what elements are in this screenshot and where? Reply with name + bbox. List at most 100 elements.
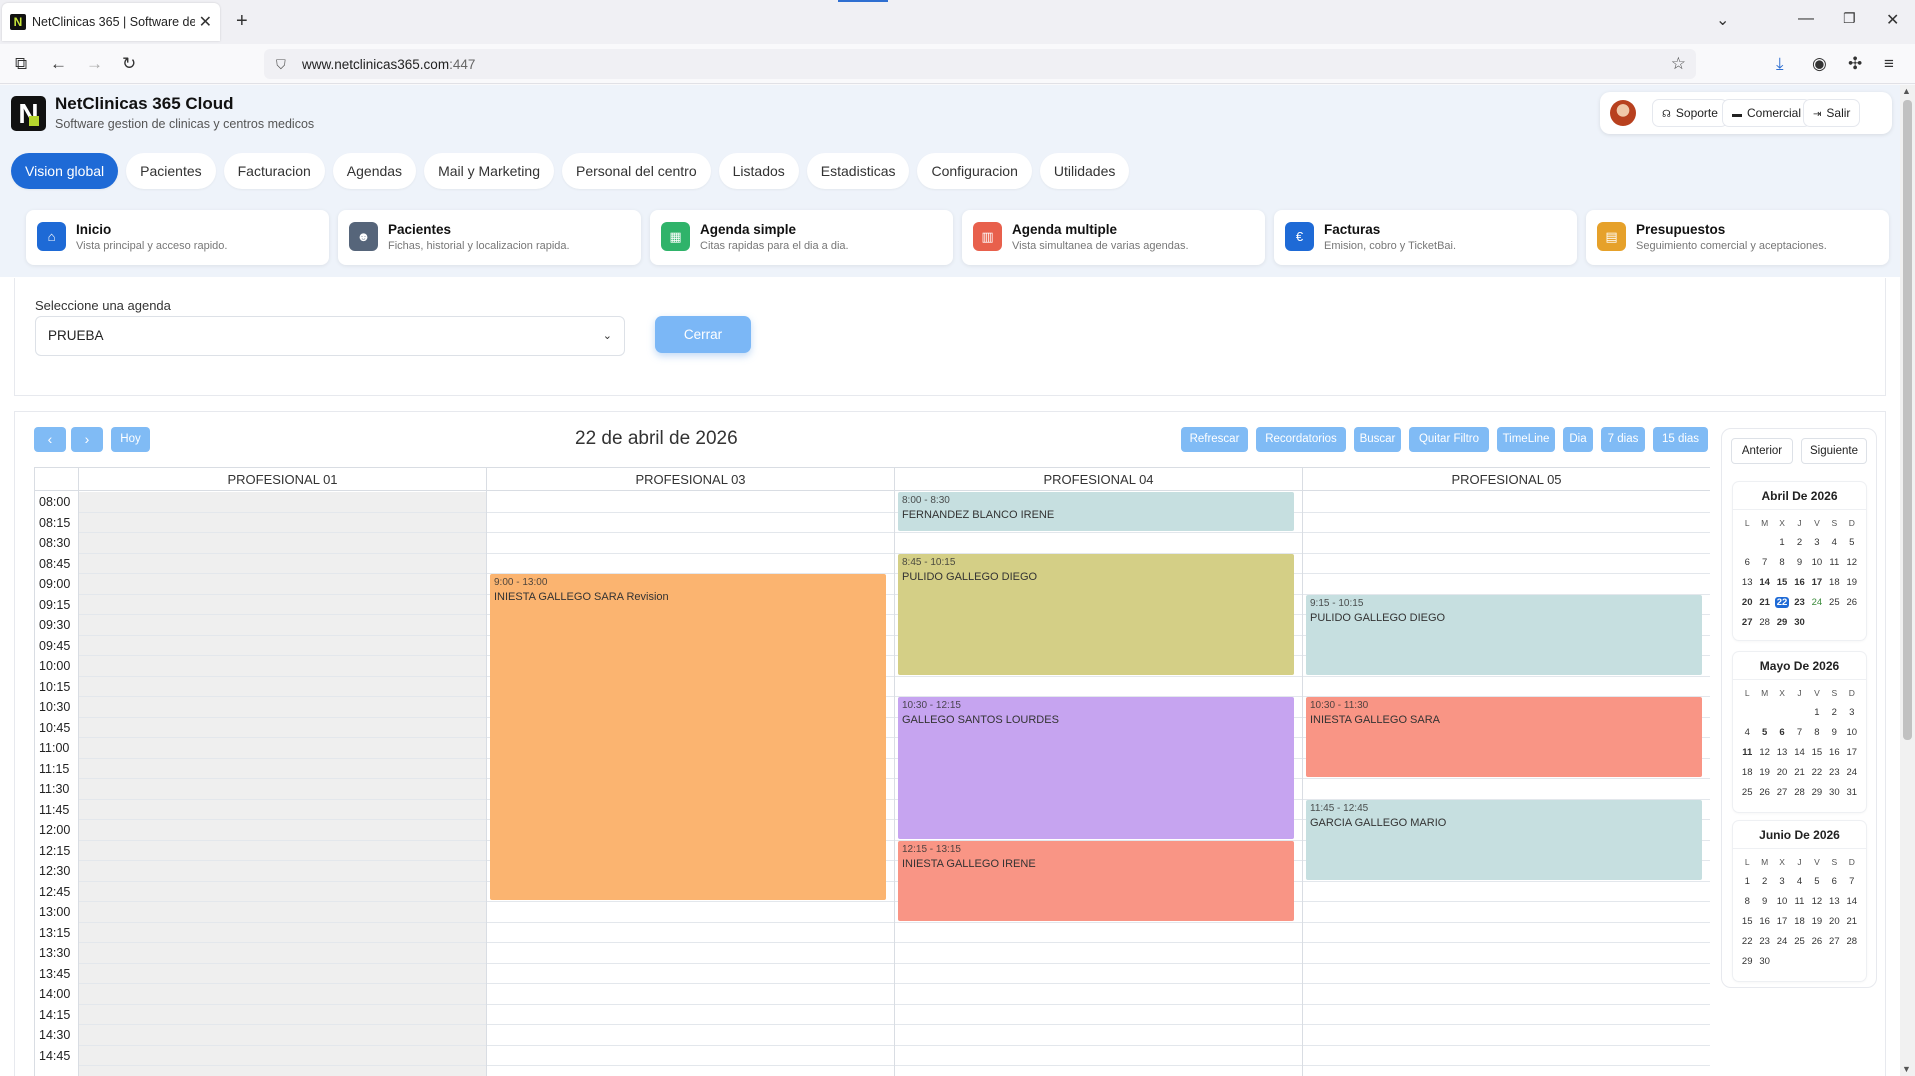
restore-icon[interactable]: ❐ [1843,10,1856,27]
appointment[interactable]: 9:15 - 10:15 PULIDO GALLEGO DIEGO [1306,594,1702,675]
menu-item-utilidades[interactable]: Utilidades [1039,153,1130,189]
new-tab-icon[interactable]: + [236,10,248,33]
calendar-day[interactable]: 21 [1843,911,1860,931]
menu-item-agendas[interactable]: Agendas [332,153,417,189]
calendar-day[interactable]: 25 [1739,782,1756,802]
calendar-day[interactable]: 23 [1756,931,1773,951]
calendar-day[interactable]: 16 [1756,911,1773,931]
appointment[interactable]: 12:15 - 13:15 INIESTA GALLEGO IRENE [898,840,1294,921]
calendar-day[interactable]: 10 [1808,552,1825,572]
calendar-day[interactable]: 13 [1826,891,1843,911]
avatar[interactable] [1610,100,1636,126]
calendar-day[interactable]: 1 [1739,871,1756,891]
agenda-select[interactable]: PRUEBA ⌄ [35,316,625,356]
calendar-day[interactable]: 1 [1773,532,1790,552]
menu-item-facturacion[interactable]: Facturacion [223,153,325,189]
toolbar-quitar-filtro-button[interactable]: Quitar Filtro [1409,427,1489,452]
appointment[interactable]: 11:45 - 12:45 GARCIA GALLEGO MARIO [1306,799,1702,880]
previous-months-button[interactable]: Anterior [1731,438,1793,464]
menu-item-pacientes[interactable]: Pacientes [126,153,216,189]
toolbar-buscar-button[interactable]: Buscar [1354,427,1401,452]
card-agenda-simple[interactable]: ▦ Agenda simple Citas rapidas para el dia … [650,210,953,265]
menu-item-mail-y-marketing[interactable]: Mail y Marketing [424,153,554,189]
calendar-day[interactable]: 17 [1773,911,1790,931]
sidebar-toggle-icon[interactable]: ⧉ [15,54,27,74]
calendar-day[interactable]: 14 [1756,572,1773,592]
window-close-icon[interactable]: ✕ [1886,10,1899,30]
address-bar[interactable]: ⛉ www.netclinicas365.com:447 ☆ [264,49,1696,79]
calendar-day[interactable]: 26 [1756,782,1773,802]
calendar-day[interactable]: 7 [1843,871,1860,891]
calendar-day[interactable]: 24 [1773,931,1790,951]
forward-icon[interactable]: → [86,54,103,74]
calendar-day[interactable]: 29 [1808,782,1825,802]
menu-item-estadisticas[interactable]: Estadisticas [806,153,910,189]
calendar-day[interactable]: 19 [1756,762,1773,782]
calendar-day[interactable]: 13 [1773,742,1790,762]
calendar-day[interactable]: 6 [1739,552,1756,572]
calendar-day[interactable]: 12 [1756,742,1773,762]
calendar-day[interactable]: 11 [1826,552,1843,572]
calendar-day[interactable]: 1 [1808,702,1825,722]
scroll-up-arrow-icon[interactable]: ▲ [1902,86,1911,96]
calendar-day[interactable]: 10 [1843,722,1860,742]
calendar-day[interactable]: 5 [1808,871,1825,891]
calendar-day[interactable]: 8 [1739,891,1756,911]
card-inicio[interactable]: ⌂ Inicio Vista principal y acceso rapido. [26,210,329,265]
next-months-button[interactable]: Siguiente [1801,438,1867,464]
calendar-day[interactable]: 8 [1808,722,1825,742]
calendar-day[interactable]: 20 [1739,592,1756,612]
appointment[interactable]: 10:30 - 11:30 INIESTA GALLEGO SARA [1306,697,1702,777]
calendar-day[interactable]: 16 [1791,572,1808,592]
calendar-day[interactable]: 15 [1739,911,1756,931]
calendar-day[interactable]: 12 [1808,891,1825,911]
logout-button[interactable]: ⇥ Salir [1803,99,1861,127]
minimize-icon[interactable]: — [1798,10,1814,28]
card-pacientes[interactable]: ☻ Pacientes Fichas, historial y localizaci… [338,210,641,265]
calendar-day[interactable]: 15 [1773,572,1790,592]
calendar-day[interactable]: 23 [1791,592,1808,612]
calendar-day[interactable]: 14 [1843,891,1860,911]
calendar-day[interactable]: 13 [1739,572,1756,592]
calendar-day[interactable]: 18 [1791,911,1808,931]
calendar-day[interactable]: 15 [1808,742,1825,762]
menu-item-vision-global[interactable]: Vision global [11,153,119,189]
card-agenda-multiple[interactable]: ▥ Agenda multiple Vista simultanea de vari… [962,210,1265,265]
reload-icon[interactable]: ↻ [122,54,136,74]
calendar-day[interactable]: 8 [1773,552,1790,572]
calendar-day[interactable]: 12 [1843,552,1860,572]
calendar-day[interactable]: 20 [1826,911,1843,931]
calendar-day[interactable]: 24 [1808,592,1825,612]
support-button[interactable]: ☊ Soporte [1652,99,1728,127]
appointment[interactable]: 8:00 - 8:30 FERNANDEZ BLANCO IRENE [898,492,1294,531]
calendar-day[interactable]: 14 [1791,742,1808,762]
calendar-day[interactable]: 16 [1826,742,1843,762]
calendar-day[interactable]: 25 [1826,592,1843,612]
calendar-day[interactable]: 5 [1756,722,1773,742]
calendar-day[interactable]: 29 [1739,951,1756,971]
calendar-day[interactable]: 27 [1773,782,1790,802]
calendar-day[interactable]: 26 [1843,592,1860,612]
calendar-day[interactable]: 27 [1826,931,1843,951]
calendar-day[interactable]: 11 [1791,891,1808,911]
calendar-day[interactable]: 30 [1756,951,1773,971]
calendar-day[interactable]: 29 [1773,612,1790,632]
calendar-day[interactable]: 4 [1791,871,1808,891]
calendar-day[interactable]: 4 [1826,532,1843,552]
calendar-day[interactable]: 17 [1843,742,1860,762]
scroll-down-arrow-icon[interactable]: ▼ [1902,1064,1911,1074]
calendar-day[interactable]: 22 [1808,762,1825,782]
calendar-day[interactable]: 17 [1808,572,1825,592]
card-facturas[interactable]: € Facturas Emision, cobro y TicketBai. [1274,210,1577,265]
calendar-day[interactable]: 2 [1756,871,1773,891]
calendar-day[interactable]: 22 [1773,592,1790,612]
calendar-day[interactable]: 30 [1791,612,1808,632]
calendar-day[interactable]: 9 [1791,552,1808,572]
close-tab-icon[interactable]: ✕ [199,12,212,32]
appointment[interactable]: 8:45 - 10:15 PULIDO GALLEGO DIEGO [898,553,1294,675]
calendar-day[interactable]: 3 [1773,871,1790,891]
page-scrollbar-thumb[interactable] [1903,100,1912,740]
calendar-day[interactable]: 19 [1843,572,1860,592]
back-icon[interactable]: ← [50,54,67,74]
card-presupuestos[interactable]: ▤ Presupuestos Seguimiento comercial y ace… [1586,210,1889,265]
